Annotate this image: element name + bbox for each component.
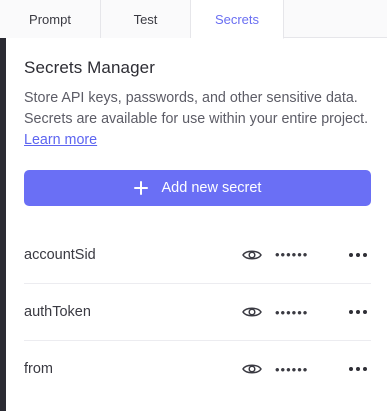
more-options-icon[interactable]	[349, 252, 367, 258]
secret-row: from ••••••	[24, 340, 371, 397]
description-text: Store API keys, passwords, and other sen…	[24, 90, 369, 127]
secret-row: authToken ••••••	[24, 283, 371, 340]
tab-prompt[interactable]: Prompt	[0, 0, 101, 38]
page-title: Secrets Manager	[24, 58, 155, 77]
eye-icon[interactable]	[242, 362, 262, 376]
secret-row: accountSid ••••••	[24, 226, 371, 283]
add-new-secret-label: Add new secret	[161, 180, 262, 196]
eye-icon[interactable]	[242, 305, 262, 319]
secret-name: accountSid	[24, 246, 96, 263]
tab-bar: Prompt Test Secrets	[0, 0, 387, 39]
secret-name: from	[24, 361, 53, 377]
more-options-icon[interactable]	[349, 366, 367, 372]
eye-icon[interactable]	[242, 248, 262, 262]
masked-value: ••••••	[275, 361, 309, 377]
plus-icon	[133, 181, 148, 195]
tab-bar-filler	[284, 0, 387, 37]
add-new-secret-button[interactable]: Add new secret	[24, 170, 371, 206]
masked-value: ••••••	[275, 247, 309, 262]
secrets-panel: Prompt Test Secrets Secrets Manager Stor…	[0, 0, 387, 411]
secret-name: authToken	[24, 304, 91, 320]
panel-description: Store API keys, passwords, and other sen…	[24, 88, 371, 151]
learn-more-link[interactable]: Learn more	[24, 132, 97, 148]
masked-value: ••••••	[275, 304, 309, 320]
tab-secrets[interactable]: Secrets	[191, 0, 284, 39]
more-options-icon[interactable]	[349, 309, 367, 315]
tab-test[interactable]: Test	[101, 0, 191, 38]
panel-header: Secrets Manager Store API keys, password…	[24, 58, 371, 151]
left-rail	[0, 38, 6, 411]
